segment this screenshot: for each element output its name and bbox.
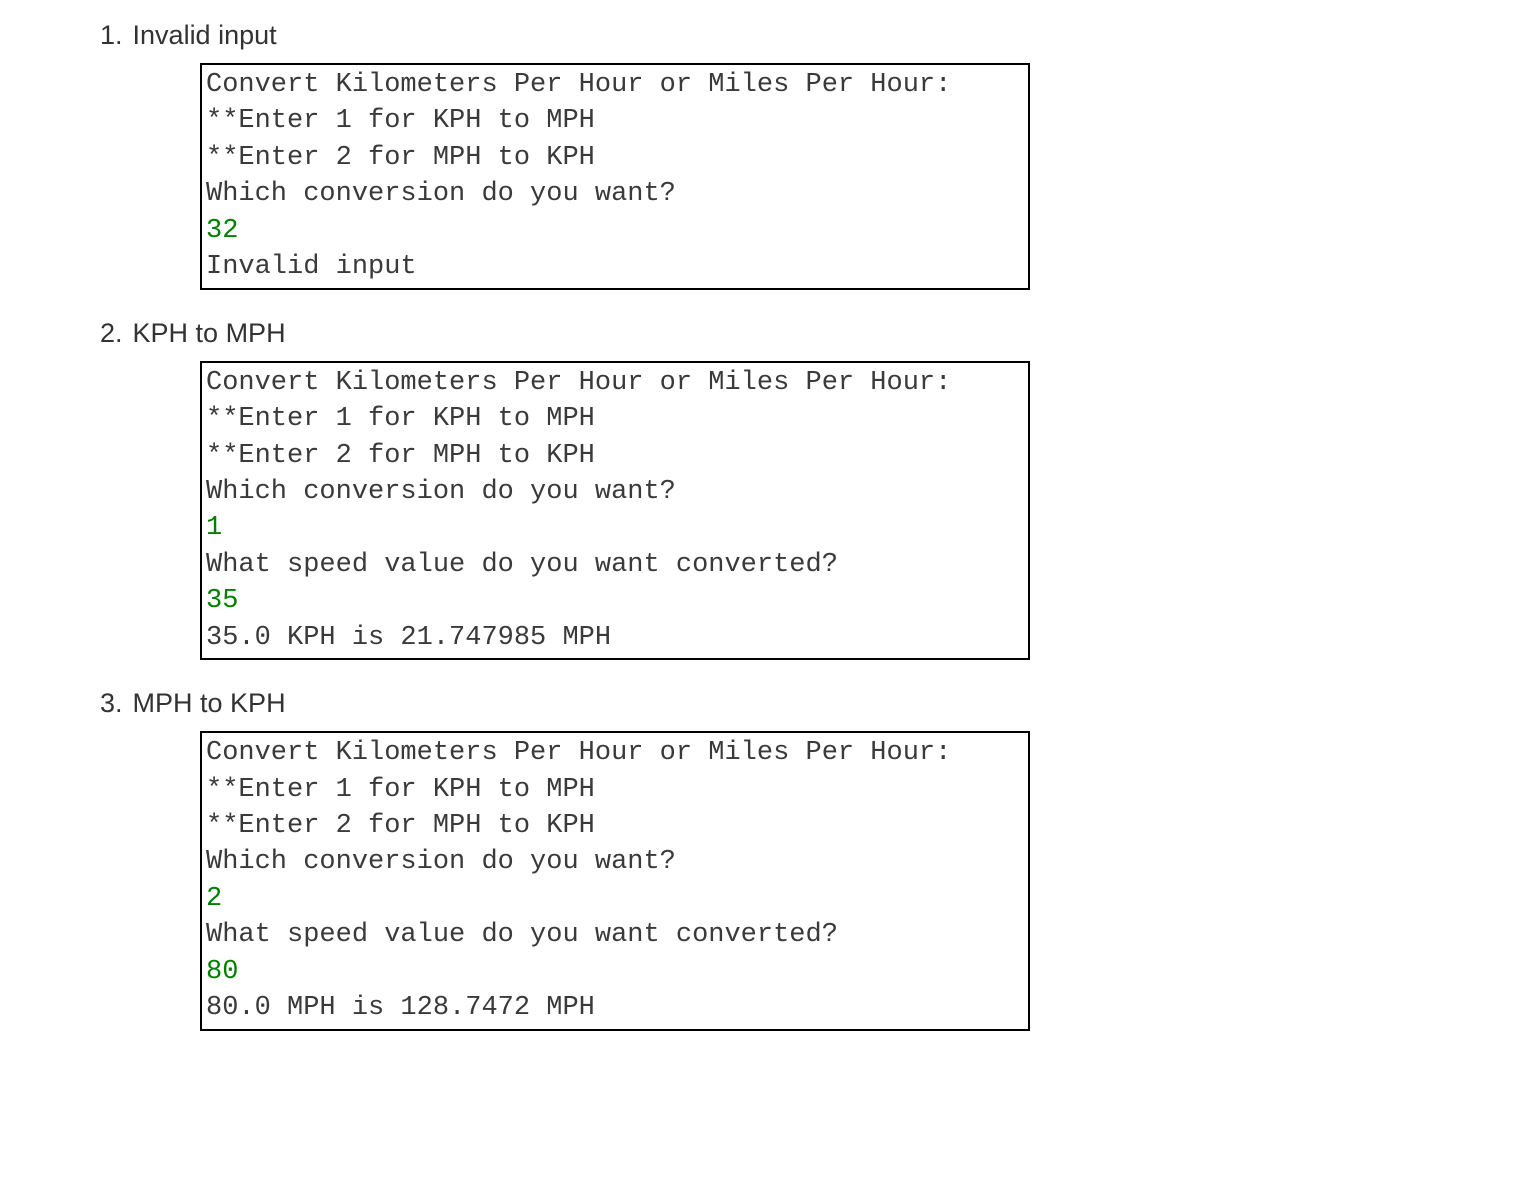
console-line: What speed value do you want converted? [206,547,1022,583]
console-line: Convert Kilometers Per Hour or Miles Per… [206,67,1022,103]
console-line: Which conversion do you want? [206,176,1022,212]
console-output: Convert Kilometers Per Hour or Miles Per… [200,63,1030,290]
console-line: **Enter 1 for KPH to MPH [206,103,1022,139]
console-user-input: 80 [206,954,1022,990]
console-output: Convert Kilometers Per Hour or Miles Per… [200,731,1030,1031]
console-user-input: 32 [206,213,1022,249]
section-number: 2. [100,318,123,349]
console-line: **Enter 1 for KPH to MPH [206,401,1022,437]
console-line: **Enter 2 for MPH to KPH [206,140,1022,176]
console-line: Invalid input [206,249,1022,285]
section-header: 1. Invalid input [100,20,1478,51]
section-number: 1. [100,20,123,51]
section-invalid-input: 1. Invalid input Convert Kilometers Per … [40,20,1478,290]
console-user-input: 1 [206,510,1022,546]
section-kph-to-mph: 2. KPH to MPH Convert Kilometers Per Hou… [40,318,1478,661]
console-output: Convert Kilometers Per Hour or Miles Per… [200,361,1030,661]
section-number: 3. [100,688,123,719]
console-line: 35.0 KPH is 21.747985 MPH [206,620,1022,656]
console-line: 80.0 MPH is 128.7472 MPH [206,990,1022,1026]
console-line: **Enter 2 for MPH to KPH [206,438,1022,474]
section-title: KPH to MPH [133,318,286,349]
console-line: **Enter 2 for MPH to KPH [206,808,1022,844]
section-mph-to-kph: 3. MPH to KPH Convert Kilometers Per Hou… [40,688,1478,1031]
section-header: 3. MPH to KPH [100,688,1478,719]
section-title: MPH to KPH [133,688,286,719]
console-line: Which conversion do you want? [206,844,1022,880]
console-user-input: 2 [206,881,1022,917]
section-title: Invalid input [133,20,277,51]
console-line: Convert Kilometers Per Hour or Miles Per… [206,365,1022,401]
console-line: What speed value do you want converted? [206,917,1022,953]
console-line: **Enter 1 for KPH to MPH [206,772,1022,808]
console-user-input: 35 [206,583,1022,619]
console-line: Which conversion do you want? [206,474,1022,510]
console-line: Convert Kilometers Per Hour or Miles Per… [206,735,1022,771]
section-header: 2. KPH to MPH [100,318,1478,349]
